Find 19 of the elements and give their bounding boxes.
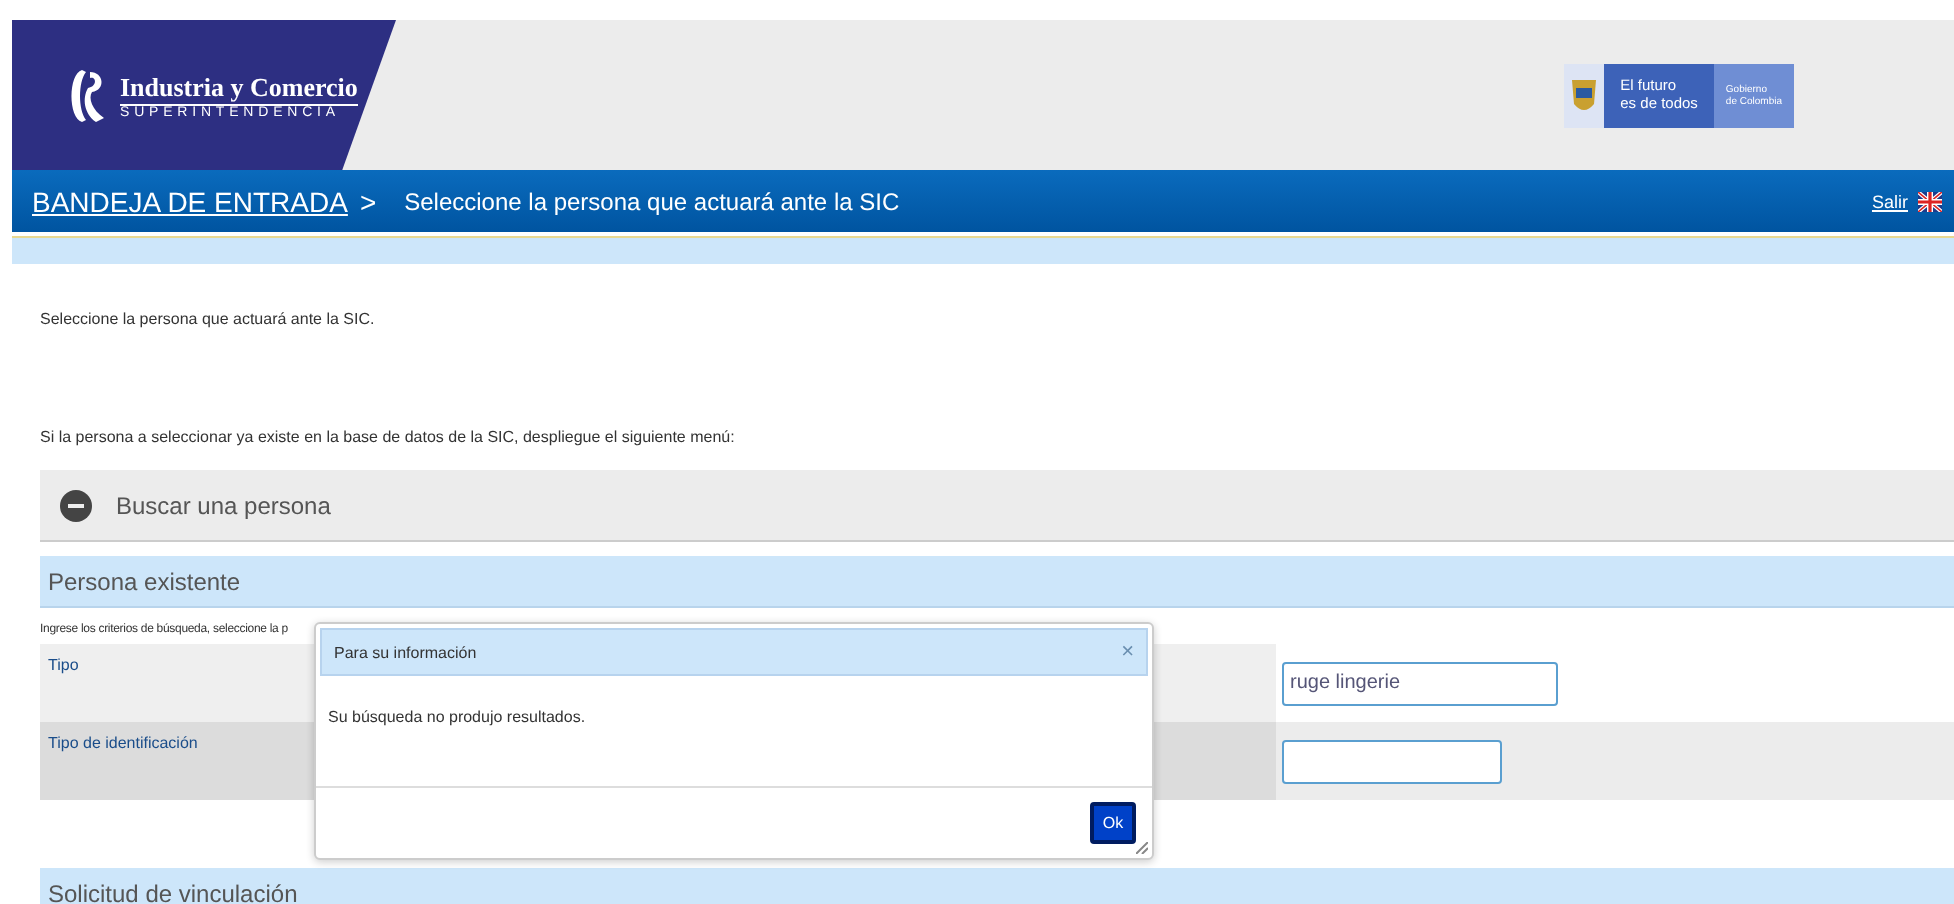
dialog-title: Para su información [334, 643, 477, 661]
breadcrumb-separator: > [359, 185, 377, 217]
logo-title: Industria y Comercio [120, 71, 358, 103]
hint-text: Si la persona a seleccionar ya existe en la base de datos de la SIC, despliegue el siguiente menú: [40, 428, 737, 446]
resize-grip-icon[interactable] [1136, 842, 1148, 854]
accordion-label: Buscar una persona [116, 491, 331, 519]
intro-text: Seleccione la persona que actuará ante la SIC. [40, 310, 377, 328]
collapse-icon [60, 489, 92, 521]
search-accordion[interactable]: Buscar una persona [40, 470, 1954, 542]
section-header: Solicitud de vinculación [40, 868, 1954, 904]
input-field[interactable]: ruge lingerie [1282, 661, 1558, 705]
ok-button[interactable]: Ok [1090, 802, 1136, 844]
section-header: Persona existente [40, 556, 1954, 608]
exit-link[interactable]: Salir [1871, 191, 1908, 211]
inbox-link[interactable]: BANDEJA DE ENTRADA [32, 185, 348, 217]
dialog-message: Su búsqueda no produjo resultados. [316, 688, 1152, 788]
input-field[interactable] [1282, 739, 1502, 783]
uk-flag-icon[interactable] [1918, 191, 1942, 211]
page-title: Seleccione la persona que actuará ante la SIC [404, 187, 902, 215]
